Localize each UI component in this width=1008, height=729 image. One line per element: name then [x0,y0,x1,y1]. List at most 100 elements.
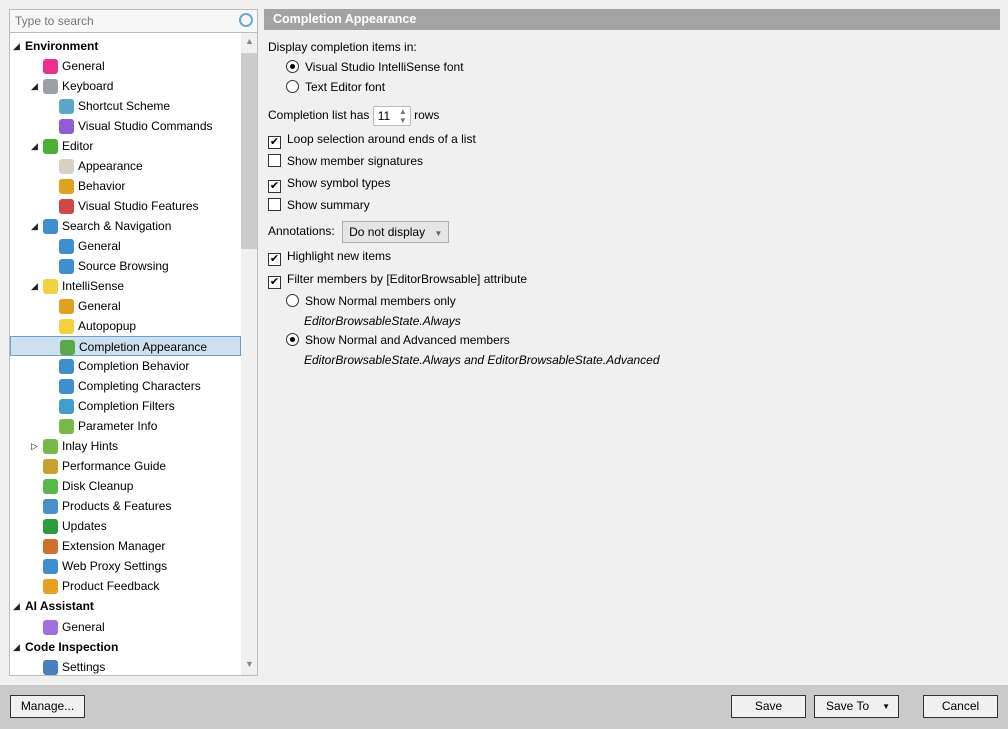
collapse-arrow-icon[interactable]: ◢ [31,76,38,96]
tree-item[interactable]: ◢AI Assistant [10,596,241,616]
tree-item[interactable]: ◢Code Inspection [10,637,241,657]
tree-item[interactable]: Settings [10,657,241,676]
tree-item[interactable]: Disk Cleanup [10,476,241,496]
tree-item[interactable]: Parameter Info [10,416,241,436]
collapse-arrow-icon[interactable]: ◢ [13,596,20,616]
radio-icon[interactable] [286,294,299,307]
checkbox-icon[interactable]: ✔ [268,136,281,149]
tree-item[interactable]: Visual Studio Features [10,196,241,216]
checkbox-symbol-types[interactable]: ✔Show symbol types [268,174,390,192]
globe-icon [59,259,74,274]
tree-item[interactable]: Web Proxy Settings [10,556,241,576]
tree-item[interactable]: General [10,296,241,316]
save-button[interactable]: Save [731,695,806,718]
annotations-dropdown[interactable]: Do not display ▼ [342,221,449,243]
checkbox-icon[interactable] [268,198,281,211]
tree-item[interactable]: Shortcut Scheme [10,96,241,116]
radio-icon[interactable] [286,80,299,93]
tree-item[interactable]: Completion Behavior [10,356,241,376]
tree-item[interactable]: Performance Guide [10,456,241,476]
tree-item[interactable]: Behavior [10,176,241,196]
expand-arrow-icon[interactable]: ▷ [31,436,38,456]
tree-item-label: General [62,617,105,637]
spiral-icon [43,620,58,635]
rows-stepper[interactable]: 11▲▼ [373,106,411,126]
tree-item-label: Completion Appearance [79,337,207,357]
tree-item-label: IntelliSense [62,276,124,296]
checkbox-highlight-new[interactable]: ✔Highlight new items [268,247,391,265]
tree-item[interactable]: General [10,617,241,637]
tree-item[interactable]: Autopopup [10,316,241,336]
envelope-icon [43,579,58,594]
tree-item-label: Shortcut Scheme [78,96,170,116]
tree-item[interactable]: ▷ Inlay Hints [10,436,241,456]
parameter-info-icon [59,419,74,434]
tree-item-label: Behavior [78,176,125,196]
tree-item[interactable]: ◢ Search & Navigation [10,216,241,236]
radio-text-editor-font[interactable]: Text Editor font [286,78,385,96]
search-box[interactable] [9,9,258,33]
tree-item[interactable]: Extension Manager [10,536,241,556]
tree-item[interactable]: Completion Appearance [10,336,241,356]
checkbox-loop-selection[interactable]: ✔Loop selection around ends of a list [268,130,476,148]
tree-item-label: Inlay Hints [62,436,118,456]
spin-arrows-icon[interactable]: ▲▼ [399,107,407,125]
checkbox-icon[interactable] [268,154,281,167]
tree-item[interactable]: Completing Characters [10,376,241,396]
tree-item[interactable]: Source Browsing [10,256,241,276]
collapse-arrow-icon[interactable]: ◢ [31,276,38,296]
gear-icon [59,179,74,194]
checkbox-icon[interactable]: ✔ [268,276,281,289]
tree-item[interactable]: ◢Environment [10,36,241,56]
tree-item[interactable]: ◢Editor [10,136,241,156]
inlay-hints-icon [43,439,58,454]
tree-item[interactable]: Updates [10,516,241,536]
radio-icon[interactable] [286,60,299,73]
tree-item-label: Extension Manager [62,536,165,556]
performance-icon [43,459,58,474]
checkbox-icon[interactable]: ✔ [268,253,281,266]
scroll-down-icon[interactable]: ▼ [241,659,258,669]
tree-item[interactable]: General [10,56,241,76]
scrollbar-thumb[interactable] [241,53,258,249]
lightbulb-icon [43,279,58,294]
collapse-arrow-icon[interactable]: ◢ [31,136,38,156]
cancel-button[interactable]: Cancel [923,695,998,718]
radio-normal-advanced[interactable]: Show Normal and Advanced members [286,331,510,349]
tree-item[interactable]: Appearance [10,156,241,176]
dropdown-arrow-icon[interactable]: ▼ [882,696,890,717]
tree-item[interactable]: ◢ IntelliSense [10,276,241,296]
bottom-bar: Manage... Save Save To▼ Cancel [0,685,1008,729]
radio-normal-only[interactable]: Show Normal members only [286,292,456,310]
collapse-arrow-icon[interactable]: ◢ [13,637,20,657]
rows-setting: Completion list has 11▲▼ rows [268,104,439,126]
manage-button[interactable]: Manage... [10,695,85,718]
tree-item-label: Completing Characters [78,376,201,396]
wrench-icon [59,99,74,114]
checkbox-filter-editorbrowsable[interactable]: ✔Filter members by [EditorBrowsable] att… [268,270,527,288]
collapse-arrow-icon[interactable]: ◢ [31,216,38,236]
radio-icon[interactable] [286,333,299,346]
scroll-up-icon[interactable]: ▲ [241,36,258,46]
checkbox-icon[interactable]: ✔ [268,180,281,193]
save-to-button[interactable]: Save To▼ [814,695,899,718]
features-icon [59,199,74,214]
tree-item[interactable]: Products & Features [10,496,241,516]
tree-item-label: Search & Navigation [62,216,171,236]
tree-item[interactable]: Product Feedback [10,576,241,596]
tree-item-label: General [78,296,121,316]
tree-item[interactable]: Completion Filters [10,396,241,416]
proxy-icon [43,559,58,574]
tree-scrollbar[interactable]: ▲ ▼ [241,33,258,675]
completion-appearance-icon [60,340,75,355]
collapse-arrow-icon[interactable]: ◢ [13,36,20,56]
tree-item[interactable]: ◢Keyboard [10,76,241,96]
tree-item[interactable]: Visual Studio Commands [10,116,241,136]
radio-intellisense-font[interactable]: Visual Studio IntelliSense font [286,58,464,76]
search-input[interactable] [10,10,230,32]
checkbox-summary[interactable]: Show summary [268,196,370,214]
normal-only-hint: EditorBrowsableState.Always [304,312,461,330]
products-icon [43,499,58,514]
tree-item[interactable]: General [10,236,241,256]
checkbox-member-signatures[interactable]: Show member signatures [268,152,423,170]
